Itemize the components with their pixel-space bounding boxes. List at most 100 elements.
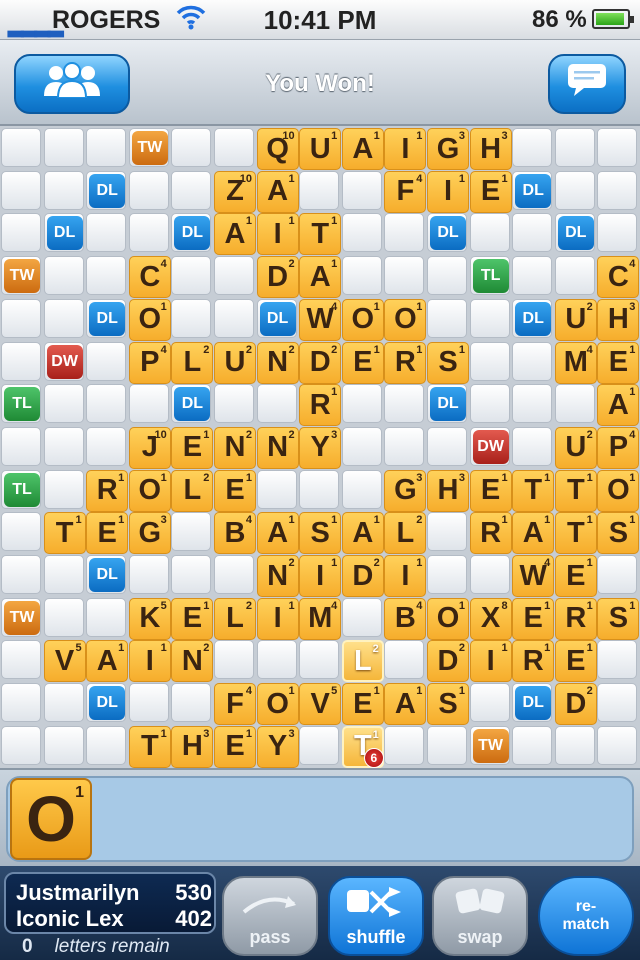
- board-cell[interactable]: [427, 555, 467, 594]
- board-cell[interactable]: [384, 725, 425, 765]
- board-cell[interactable]: [384, 213, 425, 253]
- board-cell[interactable]: [597, 128, 638, 167]
- board-cell[interactable]: [128, 170, 169, 210]
- board-cell[interactable]: [171, 555, 212, 594]
- rack-tile[interactable]: O 1: [10, 778, 92, 860]
- board-cell[interactable]: [128, 213, 169, 253]
- board-cell[interactable]: [1, 170, 41, 210]
- board-cell[interactable]: [341, 256, 382, 296]
- board-cell[interactable]: [86, 341, 127, 381]
- board-cell[interactable]: [554, 170, 595, 210]
- board-cell[interactable]: [341, 170, 382, 210]
- board-cell[interactable]: [86, 384, 127, 424]
- board-cell[interactable]: [43, 683, 84, 723]
- board-cell[interactable]: [554, 384, 595, 424]
- board-cell[interactable]: [43, 128, 84, 167]
- board-cell[interactable]: [171, 683, 212, 723]
- board-cell[interactable]: [128, 384, 169, 424]
- board-cell[interactable]: [128, 683, 169, 723]
- board-cell[interactable]: [171, 256, 212, 296]
- board-cell[interactable]: [128, 555, 169, 594]
- board-cell[interactable]: [299, 640, 340, 680]
- board-cell[interactable]: [512, 384, 553, 424]
- board-cell[interactable]: [1, 128, 41, 167]
- pass-button[interactable]: pass: [222, 876, 318, 956]
- board-cell[interactable]: [86, 725, 127, 765]
- board-cell[interactable]: [43, 170, 84, 210]
- board-cell[interactable]: [43, 597, 84, 637]
- board-cell[interactable]: [171, 298, 212, 338]
- board-cell[interactable]: [256, 640, 297, 680]
- board-cell[interactable]: [214, 384, 254, 424]
- board-cell[interactable]: [512, 341, 553, 381]
- rematch-button[interactable]: re- match: [538, 876, 634, 956]
- board-cell[interactable]: [469, 298, 510, 338]
- board-cell[interactable]: [341, 384, 382, 424]
- board-cell[interactable]: [43, 469, 84, 509]
- board-cell[interactable]: [597, 555, 638, 594]
- board-cell[interactable]: [512, 426, 553, 466]
- board-cell[interactable]: [512, 213, 553, 253]
- board-cell[interactable]: [341, 213, 382, 253]
- board-cell[interactable]: [86, 213, 127, 253]
- board-cell[interactable]: [43, 298, 84, 338]
- board-cell[interactable]: [1, 683, 41, 723]
- board-cell[interactable]: [341, 426, 382, 466]
- board-cell[interactable]: [214, 298, 254, 338]
- board-cell[interactable]: [299, 170, 340, 210]
- board-cell[interactable]: [86, 128, 127, 167]
- board-cell[interactable]: [43, 555, 84, 594]
- board-cell[interactable]: [1, 640, 41, 680]
- board-cell[interactable]: [214, 256, 254, 296]
- shuffle-button[interactable]: shuffle: [328, 876, 424, 956]
- swap-button[interactable]: swap: [432, 876, 528, 956]
- board-cell[interactable]: [469, 341, 510, 381]
- board-cell[interactable]: [469, 683, 510, 723]
- board-cell[interactable]: [86, 426, 127, 466]
- board-cell[interactable]: [171, 128, 212, 167]
- board-cell[interactable]: [469, 384, 510, 424]
- board-cell[interactable]: [171, 170, 212, 210]
- board-cell[interactable]: [597, 725, 638, 765]
- board-cell[interactable]: [86, 597, 127, 637]
- board-cell[interactable]: [171, 512, 212, 552]
- board-cell[interactable]: [427, 256, 467, 296]
- board-cell[interactable]: [597, 170, 638, 210]
- board-cell[interactable]: [469, 213, 510, 253]
- board-cell[interactable]: [1, 512, 41, 552]
- board-cell[interactable]: [214, 555, 254, 594]
- board-cell[interactable]: [554, 725, 595, 765]
- board-cell[interactable]: [256, 384, 297, 424]
- board-cell[interactable]: [1, 555, 41, 594]
- board-cell[interactable]: [427, 426, 467, 466]
- board-cell[interactable]: [214, 128, 254, 167]
- board-cell[interactable]: [256, 469, 297, 509]
- board-cell[interactable]: [469, 555, 510, 594]
- board-cell[interactable]: [427, 298, 467, 338]
- board-cell[interactable]: [384, 426, 425, 466]
- board-cell[interactable]: [341, 597, 382, 637]
- board-cell[interactable]: [1, 426, 41, 466]
- board-cell[interactable]: [299, 725, 340, 765]
- board-cell[interactable]: [384, 384, 425, 424]
- board-cell[interactable]: [43, 256, 84, 296]
- board-cell[interactable]: [43, 384, 84, 424]
- board-cell[interactable]: [512, 128, 553, 167]
- board-cell[interactable]: [1, 213, 41, 253]
- board-cell[interactable]: [597, 683, 638, 723]
- board-cell[interactable]: [299, 469, 340, 509]
- board-cell[interactable]: [214, 640, 254, 680]
- board-cell[interactable]: [554, 256, 595, 296]
- board-cell[interactable]: [1, 341, 41, 381]
- board-cell[interactable]: [597, 213, 638, 253]
- board-cell[interactable]: [341, 469, 382, 509]
- chat-button[interactable]: [548, 54, 626, 114]
- board-cell[interactable]: [384, 640, 425, 680]
- board-cell[interactable]: [512, 256, 553, 296]
- board-cell[interactable]: [427, 512, 467, 552]
- board-cell[interactable]: [427, 725, 467, 765]
- board-cell[interactable]: [1, 725, 41, 765]
- board-cell[interactable]: [43, 725, 84, 765]
- board-cell[interactable]: [512, 725, 553, 765]
- board-cell[interactable]: [384, 256, 425, 296]
